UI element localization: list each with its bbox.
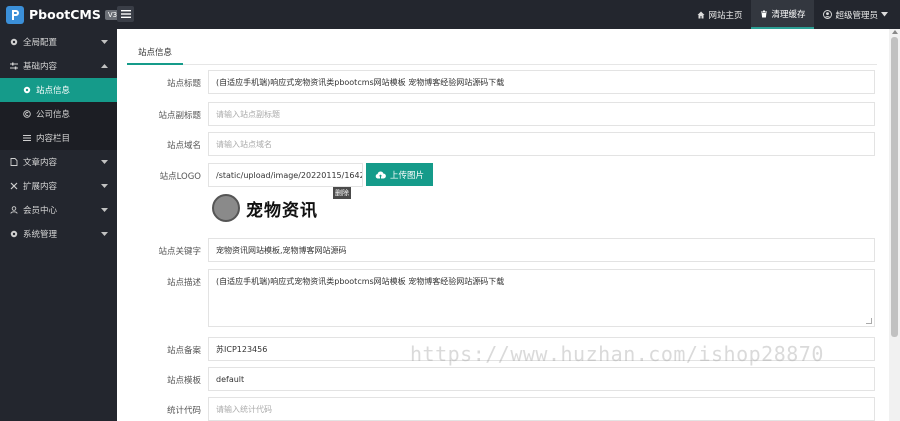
app-logo[interactable]: PbootCMS V3.1.2: [6, 5, 134, 24]
caret-down-icon: [101, 232, 108, 236]
nav-clear-cache[interactable]: 清理缓存: [751, 0, 815, 29]
sidebar-item-site-info[interactable]: 站点信息: [0, 78, 117, 102]
stats-code-input[interactable]: 请输入统计代码: [208, 397, 875, 421]
logo-preview-text: 宠物资讯: [246, 200, 318, 221]
row-logo-preview: 宠物资讯 删除: [117, 187, 889, 224]
gear-icon: [10, 38, 18, 46]
logo-p-icon: [6, 5, 24, 24]
sidebar-item-label: 全局配置: [23, 38, 58, 48]
scroll-up-arrow-icon[interactable]: [892, 30, 898, 34]
site-logo-path-input[interactable]: /static/upload/image/20220115/1642246: [208, 163, 363, 187]
file-icon: [10, 158, 18, 166]
nav-label: 网站主页: [708, 10, 743, 21]
site-keywords-input[interactable]: 宠物资讯网站模板,宠物博客网站源码: [208, 238, 875, 262]
menu-toggle-button[interactable]: [117, 6, 134, 22]
hamburger-icon: [120, 10, 131, 18]
sidebar-item-member-center[interactable]: 会员中心: [0, 198, 117, 222]
nav-label: 清理缓存: [771, 9, 806, 20]
page-scrollbar[interactable]: [889, 29, 900, 421]
field-label: 站点描述: [166, 278, 201, 288]
field-label: 站点模板: [166, 376, 201, 386]
sidebar-item-global-config[interactable]: 全局配置: [0, 30, 117, 54]
site-title-input[interactable]: (自适应手机端)响应式宠物资讯类pbootcms网站模板 宠物博客经验网站源码下…: [208, 70, 875, 94]
caret-down-icon: [101, 160, 108, 164]
tab-site-info[interactable]: 站点信息: [127, 41, 184, 65]
copyright-icon: [23, 110, 31, 118]
home-icon: [697, 11, 705, 18]
user-icon: [823, 10, 833, 19]
upload-image-button[interactable]: 上传图片: [366, 163, 433, 186]
nav-site-home[interactable]: 网站主页: [688, 0, 751, 29]
caret-down-icon: [101, 184, 108, 188]
cloud-upload-icon: [375, 171, 386, 178]
top-header: PbootCMS V3.1.2 网站主页 清理缓存 超级管理员: [0, 0, 900, 29]
sidebar-item-label: 站点信息: [36, 86, 71, 96]
field-label: 站点关键字: [158, 247, 201, 257]
site-domain-input[interactable]: 请输入站点域名: [208, 132, 875, 156]
sidebar-item-label: 系统管理: [23, 230, 58, 240]
list-icon: [23, 135, 31, 141]
gear-icon: [23, 86, 31, 94]
sidebar-item-system-management[interactable]: 系统管理: [0, 222, 117, 246]
delete-logo-button[interactable]: 删除: [333, 187, 351, 199]
sidebar-item-label: 基础内容: [23, 62, 58, 72]
field-label: 站点标题: [166, 79, 201, 89]
sidebar-item-content-columns[interactable]: 内容栏目: [0, 126, 117, 150]
field-label: 站点域名: [166, 141, 201, 151]
header-nav: 网站主页 清理缓存 超级管理员: [688, 0, 900, 29]
site-template-input[interactable]: default: [208, 367, 875, 391]
field-label: 站点LOGO: [159, 172, 201, 182]
sidebar-item-label: 扩展内容: [23, 182, 58, 192]
sidebar: 全局配置 基础内容 站点信息 公司信息 内容栏目 文章内容 扩展内容 会员中心: [0, 29, 117, 421]
upload-label: 上传图片: [389, 170, 424, 181]
sidebar-submenu: 站点信息 公司信息 内容栏目: [0, 78, 117, 150]
sidebar-item-basic-content[interactable]: 基础内容: [0, 54, 117, 78]
resize-handle-icon[interactable]: [866, 318, 872, 324]
nav-admin-menu[interactable]: 超级管理员: [814, 0, 900, 29]
dog-logo-icon: [212, 194, 240, 222]
logo-preview-image: 宠物资讯: [212, 192, 318, 224]
sidebar-item-label: 会员中心: [23, 206, 58, 216]
app-name: PbootCMS: [29, 7, 101, 22]
user-icon: [10, 206, 18, 214]
tools-icon: [10, 182, 18, 190]
sidebar-item-label: 文章内容: [23, 158, 58, 168]
sidebar-item-label: 公司信息: [36, 110, 71, 120]
sidebar-item-label: 内容栏目: [36, 134, 71, 144]
sidebar-item-article-content[interactable]: 文章内容: [0, 150, 117, 174]
site-subtitle-input[interactable]: 请输入站点副标题: [208, 102, 875, 126]
caret-up-icon: [101, 64, 108, 68]
gear-icon: [10, 230, 18, 238]
field-label: 统计代码: [166, 406, 201, 416]
site-description-textarea[interactable]: (自适应手机端)响应式宠物资讯类pbootcms网站模板 宠物博客经验网站源码下…: [208, 269, 875, 327]
sliders-icon: [10, 62, 18, 70]
field-label: 站点备案: [166, 346, 201, 356]
sidebar-item-extended-content[interactable]: 扩展内容: [0, 174, 117, 198]
scroll-thumb[interactable]: [891, 37, 898, 337]
caret-down-icon: [881, 12, 888, 17]
trash-icon: [761, 10, 768, 17]
caret-down-icon: [101, 208, 108, 212]
field-label: 站点副标题: [158, 111, 201, 121]
sidebar-item-company-info[interactable]: 公司信息: [0, 102, 117, 126]
watermark-text: https://www.huzhan.com/ishop28870: [410, 342, 824, 366]
description-text: (自适应手机端)响应式宠物资讯类pbootcms网站模板 宠物博客经验网站源码下…: [216, 277, 505, 286]
tab-bar: 站点信息: [127, 41, 877, 65]
nav-label: 超级管理员: [835, 10, 878, 21]
caret-down-icon: [101, 40, 108, 44]
